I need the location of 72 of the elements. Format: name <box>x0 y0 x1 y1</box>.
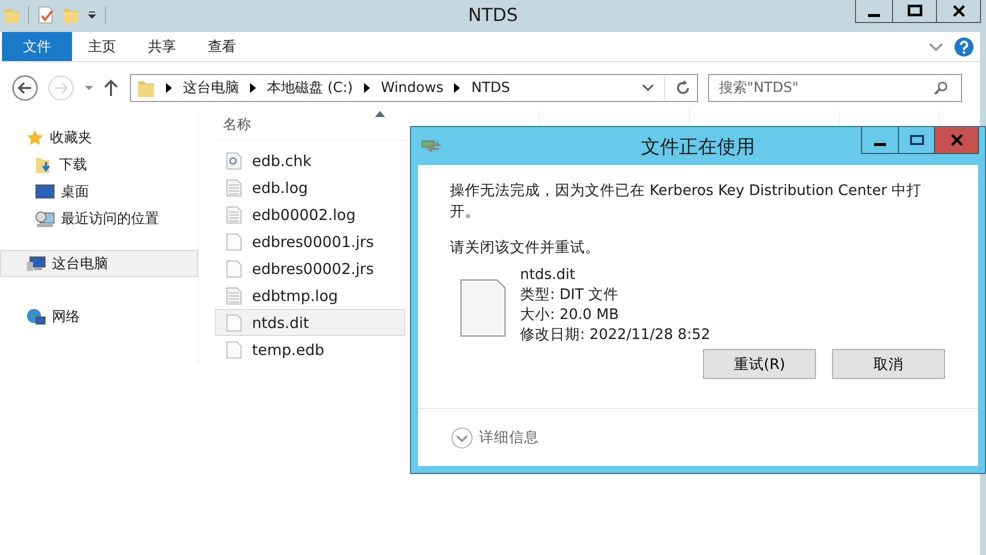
settings-file-icon <box>226 152 242 170</box>
file-row[interactable]: edb00002.log <box>215 201 405 228</box>
breadcrumb-arrow-icon[interactable] <box>453 83 462 93</box>
file-icon <box>226 260 242 278</box>
file-icon <box>226 232 242 250</box>
desktop-icon <box>35 184 55 200</box>
file-row[interactable]: edb.chk <box>215 147 405 174</box>
recent-places-icon <box>35 210 55 228</box>
ribbon-tab[interactable]: 文件 <box>2 32 72 61</box>
network-icon <box>26 308 46 326</box>
ribbon-tab[interactable]: 查看 <box>192 32 252 61</box>
search-icon <box>934 81 948 95</box>
breadcrumb-arrow-icon[interactable] <box>165 83 173 93</box>
properties-icon[interactable] <box>37 6 55 24</box>
cancel-button[interactable]: 取消 <box>832 349 945 379</box>
caret-icon[interactable] <box>84 84 94 92</box>
sidebar-item[interactable]: 最近访问的位置 <box>0 205 198 232</box>
instruction-text: 请关闭该文件并重试。 <box>450 239 601 258</box>
minimize-icon <box>874 142 886 146</box>
sidebar-item[interactable]: 网络 <box>0 303 198 330</box>
refresh-icon[interactable] <box>675 79 691 97</box>
help-icon[interactable] <box>954 36 974 56</box>
maximize-icon <box>906 4 922 18</box>
ribbon-tab[interactable]: 主页 <box>72 32 132 61</box>
address-bar[interactable]: 这台电脑 本地磁盘 (C:) Windows NTDS <box>130 74 698 102</box>
breadcrumb[interactable]: 本地磁盘 (C:) <box>267 79 353 97</box>
minimize-icon <box>868 14 880 16</box>
up-arrow-icon[interactable] <box>104 79 118 97</box>
chevron-down-icon[interactable] <box>642 84 654 92</box>
breadcrumb-arrow-icon[interactable] <box>362 83 371 93</box>
back-button[interactable] <box>12 75 38 101</box>
file-icon <box>460 279 506 337</box>
file-row[interactable]: edbres00002.jrs <box>215 255 405 282</box>
maximize-icon <box>908 134 924 146</box>
sidebar-item[interactable]: 下载 <box>0 151 198 178</box>
file-icon <box>226 314 242 332</box>
breadcrumb[interactable]: NTDS <box>471 80 510 96</box>
sidebar-item[interactable]: 收藏夹 <box>0 124 198 151</box>
chevron-down-icon <box>451 426 473 448</box>
breadcrumb-arrow-icon[interactable] <box>249 83 257 93</box>
ribbon-tab[interactable]: 共享 <box>132 32 192 61</box>
window-title: NTDS <box>468 4 518 26</box>
computer-icon <box>26 256 46 272</box>
file-size: 大小: 20.0 MB <box>520 306 620 325</box>
file-row[interactable]: edbres00001.jrs <box>215 228 405 255</box>
details-toggle[interactable]: 详细信息 <box>451 426 539 448</box>
breadcrumb[interactable]: Windows <box>380 80 444 96</box>
file-icon <box>226 340 242 358</box>
file-name: ntds.dit <box>520 266 576 285</box>
file-row[interactable]: ntds.dit <box>215 309 405 336</box>
file-row[interactable]: edbtmp.log <box>215 282 405 309</box>
file-row[interactable]: edb.log <box>215 174 405 201</box>
file-row[interactable]: temp.edb <box>215 336 405 363</box>
close-icon <box>952 4 966 18</box>
sort-ascending-icon <box>375 111 385 117</box>
sidebar-item[interactable]: 这台电脑 <box>0 250 198 277</box>
dropdown-icon[interactable] <box>87 10 97 20</box>
file-copy-icon <box>421 139 443 153</box>
retry-button[interactable]: 重试(R) <box>703 349 816 379</box>
sidebar-item[interactable]: 桌面 <box>0 178 198 205</box>
download-folder-icon <box>35 156 53 174</box>
dialog-title: 文件正在使用 <box>640 135 756 160</box>
error-message: 操作无法完成，因为文件已在 Kerberos Key Distribution Center 中打开。 <box>450 182 923 222</box>
modified-date: 修改日期: 2022/11/28 8:52 <box>520 326 710 345</box>
search-field[interactable]: 搜索"NTDS" <box>708 74 962 102</box>
breadcrumb[interactable]: 这台电脑 <box>183 79 239 97</box>
close-icon <box>950 133 964 147</box>
text-file-icon <box>226 206 242 224</box>
text-file-icon <box>226 178 242 196</box>
file-type: 类型: DIT 文件 <box>520 286 620 305</box>
text-file-icon <box>226 286 242 304</box>
star-icon <box>26 128 44 146</box>
